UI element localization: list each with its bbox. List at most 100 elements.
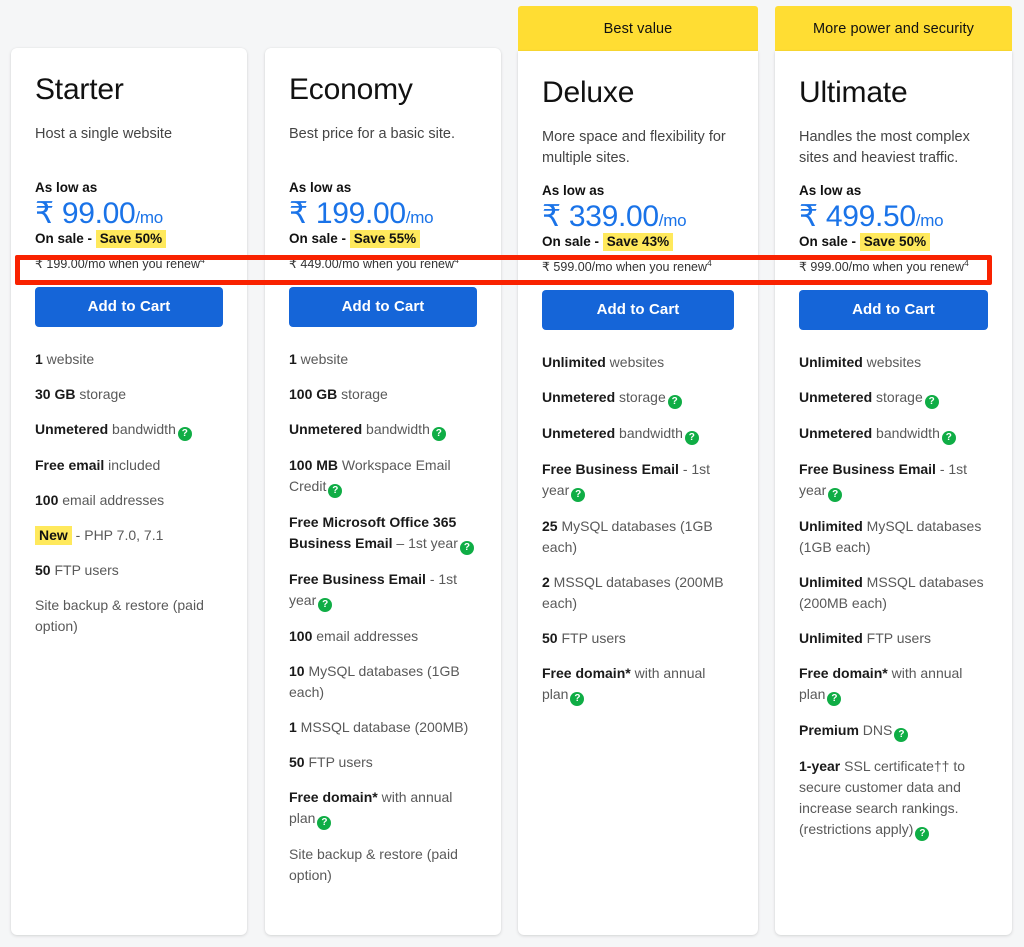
feature-text: FTP users <box>862 630 931 647</box>
feature-emphasis: 2 <box>542 574 550 591</box>
help-question-icon[interactable]: ? <box>177 427 192 442</box>
help-question-icon[interactable]: ? <box>459 541 474 556</box>
add-to-cart-button[interactable]: Add to Cart <box>35 287 223 328</box>
renewal-footnote-marker: 4 <box>200 255 205 266</box>
feature-emphasis: Premium <box>799 722 859 739</box>
plan-tagline: Handles the most complex sites and heavi… <box>799 128 970 166</box>
plan-title: Deluxe <box>542 76 635 109</box>
feature-emphasis: Unmetered <box>799 425 873 442</box>
feature-item: Site backup & restore (paid option) <box>289 844 477 886</box>
feature-item: Unmetered storage? <box>542 387 734 410</box>
feature-emphasis: 100 GB <box>289 386 338 403</box>
feature-text: storage <box>337 386 388 403</box>
on-sale-prefix: On sale - <box>289 231 350 247</box>
feature-item: Unmetered bandwidth? <box>542 423 734 446</box>
plan-tagline: Best price for a basic site. <box>289 125 456 142</box>
feature-emphasis: 30 GB <box>35 386 76 403</box>
feature-emphasis: 50 <box>289 754 305 771</box>
feature-text: - PHP 7.0, 7.1 <box>71 527 164 544</box>
feature-text: FTP users <box>557 630 626 647</box>
feature-item: 1 website <box>289 349 477 370</box>
feature-text: MySQL databases (1GB each) <box>542 518 713 556</box>
help-question-icon[interactable]: ? <box>318 598 333 613</box>
feature-item: 1 website <box>35 349 223 370</box>
help-question-icon[interactable]: ? <box>684 431 699 446</box>
feature-item: 100 email addresses <box>289 626 477 647</box>
feature-item: Free Microsoft Office 365 Business Email… <box>289 512 477 556</box>
help-question-icon[interactable]: ? <box>571 488 586 503</box>
feature-item: Free Business Email - 1st year? <box>289 569 477 613</box>
new-badge: New <box>35 526 72 546</box>
feature-emphasis: Free email <box>35 457 105 474</box>
renewal-footnote-marker: 4 <box>964 258 969 269</box>
feature-emphasis: 25 <box>542 518 558 535</box>
plan-price-period: /mo <box>658 210 687 230</box>
feature-list: Unlimited websites Unmetered storage? Unme… <box>799 352 988 842</box>
feature-text: website <box>42 351 95 368</box>
help-question-icon[interactable]: ? <box>570 692 585 707</box>
help-question-icon[interactable]: ? <box>924 395 939 410</box>
feature-item: Unmetered storage? <box>799 387 988 410</box>
help-question-icon[interactable]: ? <box>317 816 332 831</box>
plan-price-amount: ₹ 499.50 <box>799 199 916 233</box>
renewal-price-text: ₹ 999.00/mo when you renew4 <box>799 258 988 274</box>
feature-item: 30 GB storage <box>35 384 223 405</box>
feature-emphasis: Unmetered <box>799 389 873 406</box>
on-sale-prefix: On sale - <box>799 234 860 250</box>
add-to-cart-button[interactable]: Add to Cart <box>799 290 988 331</box>
feature-list: 1 website 30 GB storage Unmetered bandwidt… <box>35 349 223 637</box>
plan-banner-label: More power and security <box>812 20 975 37</box>
feature-emphasis: Free Business Email <box>542 461 679 478</box>
help-question-icon[interactable]: ? <box>827 692 842 707</box>
plan-card-economy: Economy Best price for a basic site. As lo… <box>265 48 501 935</box>
feature-item: Unmetered bandwidth? <box>289 419 477 442</box>
save-badge: Save 50% <box>95 230 167 249</box>
plan-tagline: More space and flexibility for multiple … <box>542 128 726 166</box>
feature-item: 50 FTP users <box>542 628 734 649</box>
feature-emphasis: 50 <box>542 630 558 647</box>
feature-emphasis: 1-year <box>799 758 841 775</box>
feature-emphasis: 1 <box>35 351 43 368</box>
plan-card-ultimate: Ultimate Handles the most complex sites a… <box>775 51 1012 935</box>
feature-item: 25 MySQL databases (1GB each) <box>542 516 734 558</box>
feature-text: storage <box>872 389 923 406</box>
feature-emphasis: 50 <box>35 562 51 579</box>
feature-item: Unlimited FTP users <box>799 628 988 649</box>
add-to-cart-button[interactable]: Add to Cart <box>542 290 734 331</box>
help-question-icon[interactable]: ? <box>941 431 956 446</box>
help-question-icon[interactable]: ? <box>667 395 682 410</box>
help-question-icon[interactable]: ? <box>328 484 343 499</box>
renewal-price-value: ₹ 599.00/mo when you renew <box>542 260 707 275</box>
feature-item: 1-year SSL certificate†† to secure custo… <box>799 756 988 842</box>
feature-text: websites <box>862 354 922 371</box>
help-question-icon[interactable]: ? <box>915 827 930 842</box>
plan-title: Starter <box>35 73 124 106</box>
feature-emphasis: Free domain* <box>289 789 378 806</box>
plan-price: ₹ 499.50/mo <box>799 200 988 234</box>
renewal-price-text: ₹ 599.00/mo when you renew4 <box>542 258 734 274</box>
help-question-icon[interactable]: ? <box>894 728 909 743</box>
feature-item: Free domain* with annual plan? <box>542 663 734 707</box>
add-to-cart-button[interactable]: Add to Cart <box>289 287 477 328</box>
feature-list: 1 website 100 GB storage Unmetered bandwid… <box>289 349 477 886</box>
plan-price-period: /mo <box>915 210 944 230</box>
as-low-as-label: As low as <box>289 179 352 195</box>
feature-item: Unmetered bandwidth? <box>35 419 223 442</box>
as-low-as-label: As low as <box>542 182 605 198</box>
feature-emphasis: 1 <box>289 719 297 736</box>
feature-text: FTP users <box>50 562 119 579</box>
renewal-price-value: ₹ 199.00/mo when you renew <box>35 257 200 272</box>
feature-text: – 1st year <box>392 535 458 552</box>
save-badge: Save 50% <box>859 233 931 252</box>
feature-item: 100 email addresses <box>35 490 223 511</box>
feature-item: Unlimited websites <box>542 352 734 373</box>
plan-price: ₹ 339.00/mo <box>542 200 734 234</box>
feature-emphasis: Free domain* <box>542 665 631 682</box>
help-question-icon[interactable]: ? <box>431 427 446 442</box>
renewal-price-text: ₹ 449.00/mo when you renew4 <box>289 255 477 271</box>
feature-text: website <box>296 351 349 368</box>
help-question-icon[interactable]: ? <box>828 488 843 503</box>
feature-item: Free email included <box>35 455 223 476</box>
feature-item: Free domain* with annual plan? <box>289 787 477 831</box>
plan-price: ₹ 99.00/mo <box>35 197 223 231</box>
